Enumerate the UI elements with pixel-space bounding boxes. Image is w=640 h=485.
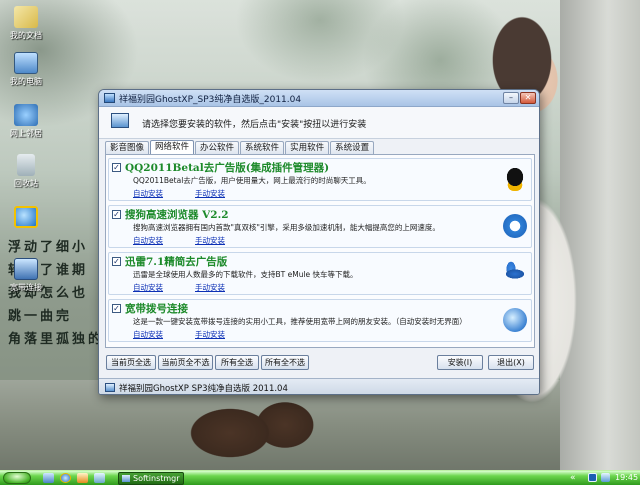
item-title: 宽带拨号连接 [125,303,188,315]
tab-utilities[interactable]: 实用软件 [285,141,330,154]
broadband-dial-icon [503,308,527,332]
close-button[interactable]: ✕ [520,92,536,104]
desktop-icon-my-documents[interactable]: 我的文档 [4,6,48,41]
input-method-icon[interactable] [588,473,597,482]
manual-install-link[interactable]: 手动安装 [195,329,225,340]
software-item-broadband: ✓ 宽带拨号连接 这是一款一键安装宽带拨号连接的实用小工具，推荐使用宽带上网的朋… [108,299,532,342]
desktop-icon-broadband[interactable]: 宽带连接 [4,258,48,293]
desktop-icon-internet-explorer[interactable] [4,206,48,230]
item-title: 搜狗高速浏览器 V2.2 [125,209,229,221]
desktop-icon-label: 我的文档 [10,31,42,40]
tray-expand-icon[interactable]: « [570,473,576,483]
computer-icon [14,52,38,74]
item-title: QQ2011Betal去广告版(集成插件管理器) [125,162,330,174]
sogou-browser-icon [503,214,527,238]
software-item-thunder: ✓ 迅雷7.1精简去广告版 迅雷是全球使用人数最多的下载软件，支持BT eMul… [108,252,532,295]
status-app-icon [105,383,115,392]
select-all-button[interactable]: 所有全选 [215,355,259,370]
item-description: 这是一款一键安装宽带拨号连接的实用小工具，推荐使用宽带上网的朋友安装。（自动安装… [133,317,467,326]
desktop-icons: 我的文档 我的电脑 网上邻居 回收站 宽带连接 [0,0,60,300]
internet-explorer-icon [14,206,38,228]
window-title: 祥福别园GhostXP_SP3纯净自选版_2011.04 [119,95,302,105]
desktop-icon-network-places[interactable]: 网上邻居 [4,104,48,139]
instruction-text: 请选择您要安装的软件，然后点击"安装"按扭以进行安装 [142,120,367,130]
auto-install-link[interactable]: 自动安装 [133,188,163,199]
item-description: 迅雷是全球使用人数最多的下载软件，支持BT eMule 快车等下载。 [133,270,358,279]
wallpaper-boots [180,385,320,460]
task-app-icon [122,475,130,482]
software-list: ✓ QQ2011Betal去广告版(集成插件管理器) QQ2011Betal去广… [105,154,535,348]
manual-install-link[interactable]: 手动安装 [195,235,225,246]
thunder-bird-icon [503,261,527,285]
software-item-qq: ✓ QQ2011Betal去广告版(集成插件管理器) QQ2011Betal去广… [108,158,532,201]
installer-window: 祥福别园GhostXP_SP3纯净自选版_2011.04 – ✕ 请选择您要安装… [98,89,540,395]
minimize-button[interactable]: – [503,92,519,104]
item-checkbox[interactable]: ✓ [112,210,121,219]
auto-install-link[interactable]: 自动安装 [133,235,163,246]
task-label: Softinstmgr [133,474,180,483]
quicklaunch-media-icon[interactable] [77,473,88,483]
auto-install-link[interactable]: 自动安装 [133,329,163,340]
tab-system-software[interactable]: 系统软件 [240,141,285,154]
desktop-icon-label: 宽带连接 [10,283,42,292]
monitor-icon [111,113,129,128]
desktop-icon-label: 回收站 [14,179,38,188]
quicklaunch-app-icon[interactable] [94,473,105,483]
desktop-icon-label: 网上邻居 [10,129,42,138]
item-checkbox[interactable]: ✓ [112,257,121,266]
tab-system-settings[interactable]: 系统设置 [330,141,375,154]
network-tray-icon[interactable] [601,473,610,482]
auto-install-link[interactable]: 自动安装 [133,282,163,293]
item-title: 迅雷7.1精简去广告版 [125,256,228,268]
tab-office[interactable]: 办公软件 [195,141,240,154]
deselect-all-button[interactable]: 所有全不选 [261,355,309,370]
show-desktop-icon[interactable] [43,473,54,483]
clock[interactable]: 19:45 [615,473,638,483]
instruction-header: 请选择您要安装的软件，然后点击"安装"按扭以进行安装 [99,107,539,139]
exit-button[interactable]: 退出(X) [488,355,534,370]
recycle-bin-icon [17,154,35,176]
title-bar[interactable]: 祥福别园GhostXP_SP3纯净自选版_2011.04 – ✕ [99,90,539,107]
item-checkbox[interactable]: ✓ [112,304,121,313]
status-bar: 祥福别园GhostXP SP3纯净自选版 2011.04 [99,378,539,394]
taskbar: Softinstmgr « 19:45 [0,470,640,485]
item-description: QQ2011Betal去广告版，用户使用量大，网上最流行的时尚聊天工具。 [133,176,371,185]
desktop-icon-recycle-bin[interactable]: 回收站 [4,154,48,189]
desktop-icon-my-computer[interactable]: 我的电脑 [4,52,48,87]
status-text: 祥福别园GhostXP SP3纯净自选版 2011.04 [119,384,288,394]
item-checkbox[interactable]: ✓ [112,163,121,172]
broadband-connection-icon [14,258,38,280]
qq-penguin-icon [503,167,527,191]
category-tabs: 影音图像 网络软件 办公软件 系统软件 实用软件 系统设置 [105,140,375,154]
taskbar-button-softinstmgr[interactable]: Softinstmgr [118,472,184,485]
manual-install-link[interactable]: 手动安装 [195,282,225,293]
start-button[interactable] [3,472,31,484]
install-button[interactable]: 安装(I) [437,355,483,370]
deselect-page-button[interactable]: 当前页全不选 [158,355,213,370]
software-item-sogou: ✓ 搜狗高速浏览器 V2.2 搜狗高速浏览器拥有国内首款"真双核"引擎，采用多级… [108,205,532,248]
tab-network[interactable]: 网络软件 [150,140,195,154]
documents-folder-icon [14,6,38,28]
quicklaunch-ie-icon[interactable] [60,473,71,483]
app-icon [104,93,115,103]
desktop-icon-label: 我的电脑 [10,77,42,86]
manual-install-link[interactable]: 手动安装 [195,188,225,199]
tab-media[interactable]: 影音图像 [105,141,150,154]
network-places-icon [14,104,38,126]
select-page-button[interactable]: 当前页全选 [106,355,156,370]
item-description: 搜狗高速浏览器拥有国内首款"真双核"引擎，采用多级加速机制，能大幅提高您的上网速… [133,223,440,232]
